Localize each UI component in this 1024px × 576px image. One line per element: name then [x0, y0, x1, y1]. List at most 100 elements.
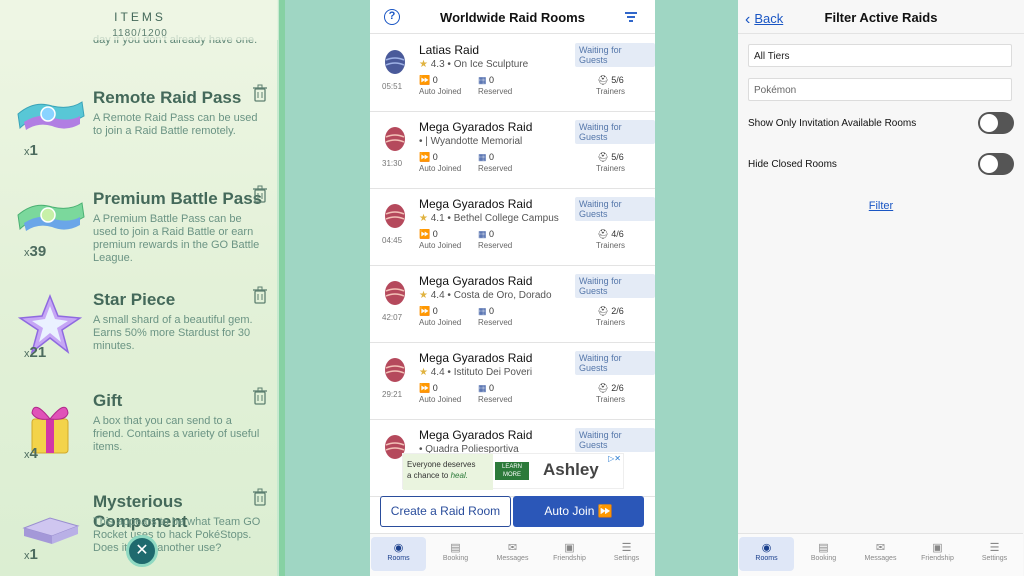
- star-icon: ★: [419, 213, 428, 224]
- item-gift[interactable]: x4 Gift A box that you can send to a fri…: [0, 387, 278, 487]
- item-quantity: x1: [24, 546, 38, 563]
- calendar-icon: ▦: [478, 229, 487, 239]
- tab-booking[interactable]: ▤ Booking: [796, 537, 851, 571]
- raid-rooms-header: ? Worldwide Raid Rooms: [370, 0, 655, 34]
- auto-join-icon: ⏩: [419, 383, 431, 393]
- room-name: Mega Gyarados Raid: [419, 428, 533, 442]
- toggle-knob: [980, 114, 998, 132]
- item-quantity: x39: [24, 243, 47, 260]
- auto-join-button[interactable]: Auto Join ⏩: [513, 496, 644, 527]
- raid-egg-icon: [385, 50, 405, 74]
- panel-edge: [279, 0, 285, 576]
- toggle-label: Hide Closed Rooms: [748, 159, 837, 170]
- raid-egg-icon: [385, 127, 405, 151]
- auto-joined-stat: ⏩ 0 Auto Joined: [419, 306, 462, 327]
- messages-icon: ✉: [507, 542, 518, 554]
- raid-room-row[interactable]: 31:30 Mega Gyarados Raid • | Wyandotte M…: [370, 112, 655, 189]
- trash-icon[interactable]: [252, 84, 268, 102]
- filter-link[interactable]: Filter: [738, 200, 1024, 212]
- items-panel: day if you don't already have one. ITEMS…: [0, 0, 285, 576]
- trash-icon[interactable]: [252, 185, 268, 203]
- room-timer: 42:07: [382, 313, 403, 322]
- trash-icon[interactable]: [252, 286, 268, 304]
- messages-icon: ✉: [875, 542, 886, 554]
- reserved-stat: ▦ 0 Reserved: [478, 152, 513, 173]
- status-badge: Waiting for Guests: [575, 43, 655, 67]
- trainer-hat-icon: ⛑: [597, 306, 609, 316]
- trainers-stat: ⛑ 5/6 Trainers: [596, 75, 626, 96]
- trainers-stat: ⛑ 5/6 Trainers: [596, 152, 626, 173]
- advertisement[interactable]: Everyone deserves a chance to heal. LEAR…: [402, 453, 624, 490]
- tab-bar: ◉ Rooms ▤ Booking ✉ Messages ▣ Friendship ☰ Setti…: [738, 533, 1023, 576]
- room-timer: 05:51: [382, 82, 403, 91]
- ad-text: Everyone deserves a chance to heal.: [403, 454, 493, 490]
- room-timer: 29:21: [382, 390, 403, 399]
- items-count: 1180/1200: [112, 28, 168, 39]
- tab-settings[interactable]: ☰ Settings: [967, 537, 1022, 571]
- tab-settings[interactable]: ☰ Settings: [599, 537, 654, 571]
- status-badge: Waiting for Guests: [575, 351, 655, 375]
- tab-booking[interactable]: ▤ Booking: [428, 537, 483, 571]
- trash-icon[interactable]: [252, 387, 268, 405]
- trainer-hat-icon: ⛑: [597, 152, 609, 162]
- item-remote-raid-pass[interactable]: x1 Remote Raid Pass A Remote Raid Pass c…: [0, 84, 278, 184]
- calendar-icon: ▦: [478, 152, 487, 162]
- raid-room-row[interactable]: 42:07 Mega Gyarados Raid ★ 4.4 • Costa d…: [370, 266, 655, 343]
- star-icon: ★: [419, 290, 428, 301]
- trainer-hat-icon: ⛑: [597, 75, 609, 85]
- item-star-piece[interactable]: x21 Star Piece A small shard of a beauti…: [0, 286, 278, 386]
- pokemon-input[interactable]: Pokémon: [748, 78, 1012, 101]
- create-raid-room-button[interactable]: Create a Raid Room: [380, 496, 511, 527]
- status-badge: Waiting for Guests: [575, 428, 655, 452]
- filter-panel: ‹ Back Filter Active Raids All Tiers Poké…: [738, 0, 1024, 576]
- hide-closed-toggle-row: Hide Closed Rooms: [748, 153, 1014, 177]
- raid-egg-icon: [385, 358, 405, 382]
- item-name: Gift: [93, 391, 123, 410]
- calendar-icon: ▦: [478, 383, 487, 393]
- tab-friendship[interactable]: ▣ Friendship: [542, 537, 597, 571]
- raid-rooms-panel: ? Worldwide Raid Rooms 05:51 Latias Raid…: [370, 0, 655, 576]
- tier-select[interactable]: All Tiers: [748, 44, 1012, 67]
- item-description: A small shard of a beautiful gem. Earns …: [93, 314, 253, 352]
- status-badge: Waiting for Guests: [575, 197, 655, 221]
- tab-messages[interactable]: ✉ Messages: [853, 537, 908, 571]
- page-title: Worldwide Raid Rooms: [440, 10, 585, 25]
- booking-icon: ▤: [450, 542, 461, 554]
- room-name: Mega Gyarados Raid: [419, 120, 533, 134]
- room-name: Mega Gyarados Raid: [419, 197, 533, 211]
- filter-icon[interactable]: [624, 10, 638, 24]
- ad-learn-more-button[interactable]: LEARN MORE: [495, 462, 529, 480]
- calendar-icon: ▦: [478, 75, 487, 85]
- settings-icon: ☰: [989, 542, 1000, 554]
- item-premium-battle-pass[interactable]: x39 Premium Battle Pass A Premium Battle…: [0, 185, 278, 285]
- raid-room-row[interactable]: 05:51 Latias Raid ★ 4.3 • On Ice Sculptu…: [370, 35, 655, 112]
- friendship-icon: ▣: [932, 542, 943, 554]
- item-quantity: x1: [24, 142, 38, 159]
- room-location: ★ 4.3 • On Ice Sculpture: [419, 59, 529, 70]
- trainers-stat: ⛑ 4/6 Trainers: [596, 229, 626, 250]
- auto-joined-stat: ⏩ 0 Auto Joined: [419, 152, 462, 173]
- tab-rooms[interactable]: ◉ Rooms: [739, 537, 794, 571]
- tab-friendship[interactable]: ▣ Friendship: [910, 537, 965, 571]
- invitation-only-toggle[interactable]: [978, 112, 1014, 134]
- reserved-stat: ▦ 0 Reserved: [478, 383, 513, 404]
- item-description: This appears to be what Team GO Rocket u…: [93, 516, 261, 554]
- room-location: • | Wyandotte Memorial: [419, 136, 523, 147]
- auto-join-icon: ⏩: [419, 306, 431, 316]
- auto-join-icon: ⏩: [419, 229, 431, 239]
- room-timer: 31:30: [382, 159, 403, 168]
- room-timer: 04:45: [382, 236, 403, 245]
- trash-icon[interactable]: [252, 488, 268, 506]
- room-name: Latias Raid: [419, 43, 480, 57]
- close-button[interactable]: ✕: [126, 535, 158, 567]
- hide-closed-toggle[interactable]: [978, 153, 1014, 175]
- adchoices-icon[interactable]: ▷✕: [608, 454, 621, 463]
- pokeball-icon: ◉: [761, 542, 772, 554]
- raid-room-row[interactable]: 04:45 Mega Gyarados Raid ★ 4.1 • Bethel …: [370, 189, 655, 266]
- page-title: Filter Active Raids: [824, 10, 938, 25]
- raid-room-row[interactable]: 29:21 Mega Gyarados Raid ★ 4.4 • Istitut…: [370, 343, 655, 420]
- item-description: A Premium Battle Pass can be used to joi…: [93, 213, 260, 264]
- tab-rooms[interactable]: ◉ Rooms: [371, 537, 426, 571]
- trainer-hat-icon: ⛑: [597, 383, 609, 393]
- tab-messages[interactable]: ✉ Messages: [485, 537, 540, 571]
